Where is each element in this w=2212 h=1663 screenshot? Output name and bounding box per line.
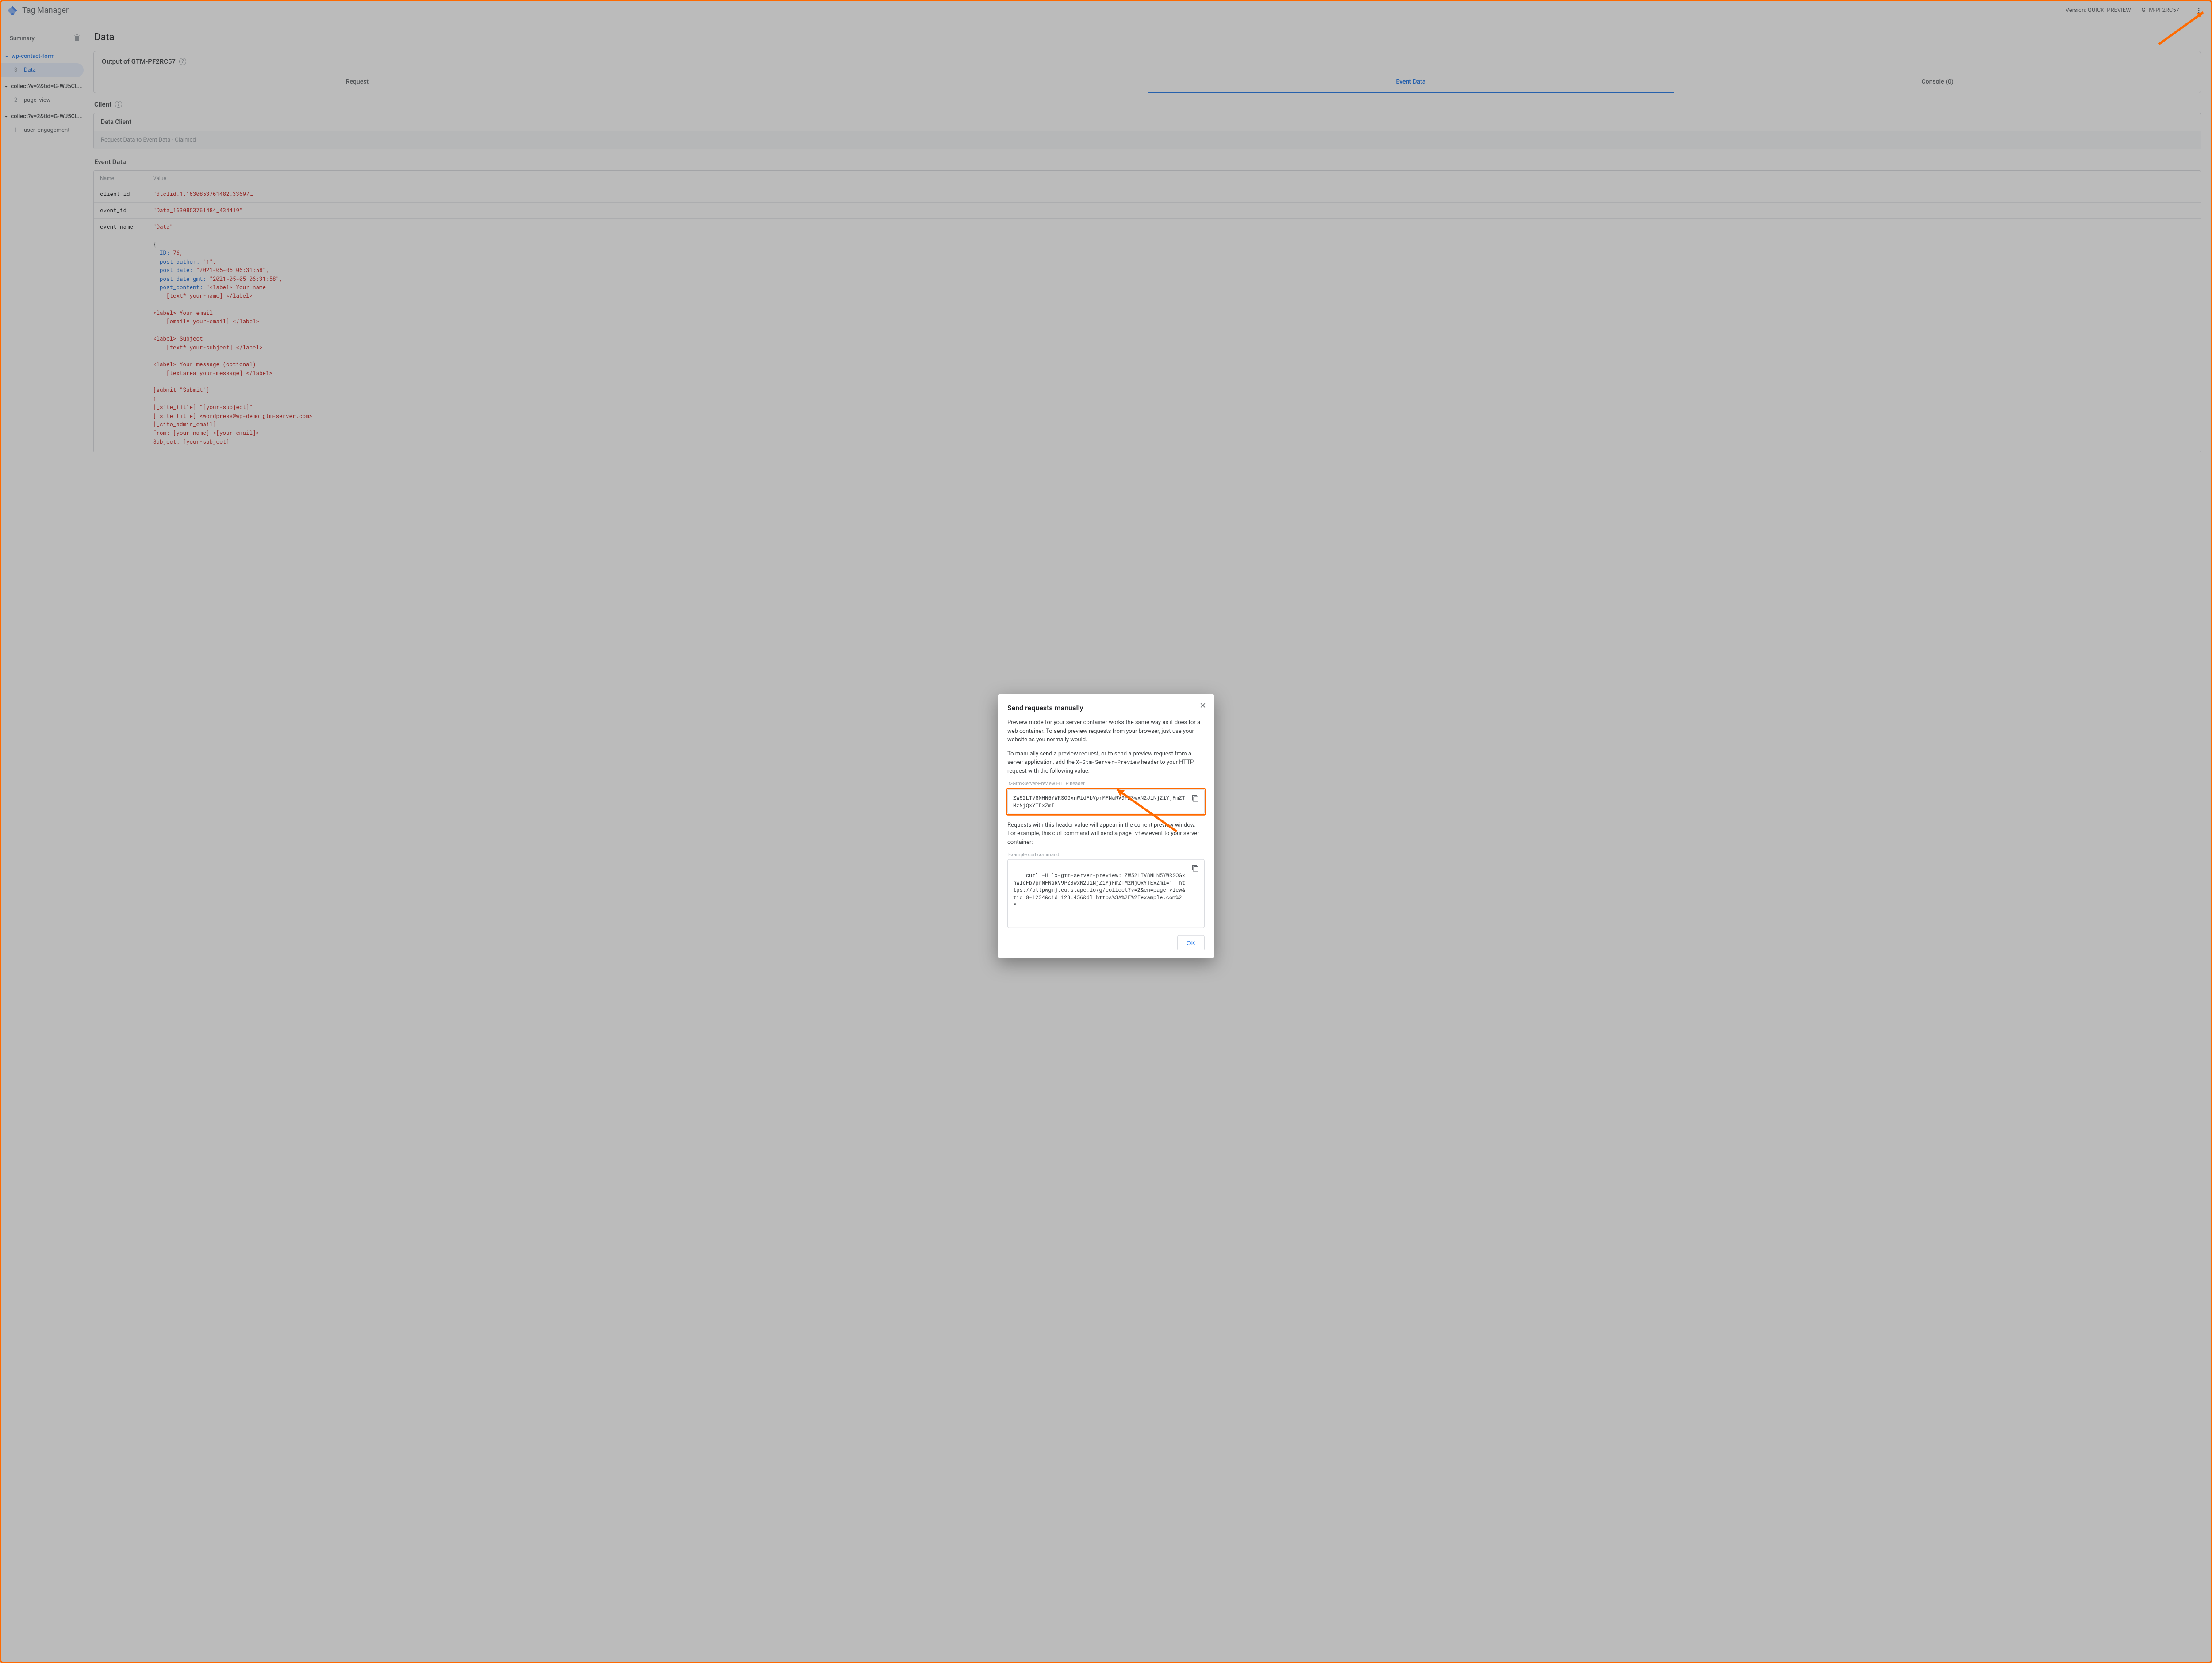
copy-header-button[interactable]	[1189, 793, 1202, 805]
curl-field-label: Example curl command	[1008, 852, 1205, 858]
modal-paragraph-1: Preview mode for your server container w…	[1007, 718, 1205, 744]
modal-paragraph-2: To manually send a preview request, or t…	[1007, 749, 1205, 775]
modal-title: Send requests manually	[1007, 704, 1205, 712]
preview-header-value: ZW52LTV8MHN5YWRSOGxnWldFbVprMFNaRV9PZ3wx…	[1007, 789, 1205, 814]
close-button[interactable]	[1197, 699, 1209, 712]
send-requests-modal: Send requests manually Preview mode for …	[998, 694, 1214, 958]
ok-button[interactable]: OK	[1177, 935, 1205, 950]
curl-command: curl -H 'x-gtm-server-preview: ZW52LTV8M…	[1007, 859, 1205, 928]
copy-curl-button[interactable]	[1189, 862, 1202, 875]
modal-paragraph-3: Requests with this header value will app…	[1007, 820, 1205, 847]
header-field-label: X-Gtm-Server-Preview HTTP header	[1008, 781, 1205, 786]
